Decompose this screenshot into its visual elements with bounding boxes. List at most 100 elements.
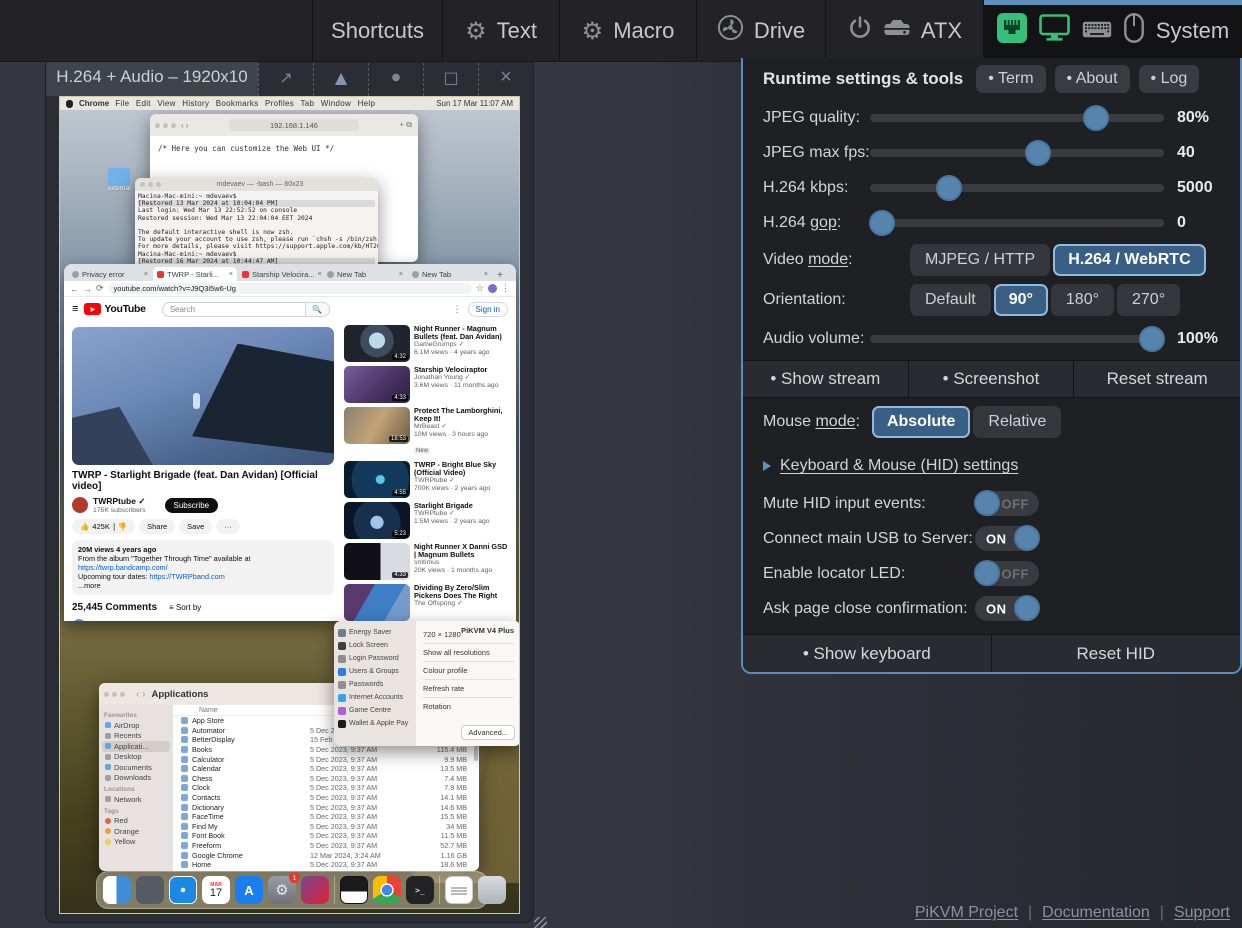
safari-tab-icons: + ⧉ (399, 120, 412, 130)
support-link[interactable]: Support (1174, 904, 1230, 922)
profile-avatar (488, 284, 497, 293)
slider-thumb[interactable] (869, 210, 895, 236)
finder-sidebar: Favourites AirDrop Recents Applicati... … (99, 705, 173, 871)
sidebar-recents: Recents (102, 731, 170, 742)
settings-passwords: Passwords (338, 678, 412, 691)
notification-badge: 1 (289, 872, 300, 883)
about-button[interactable]: • About (1055, 65, 1130, 93)
mode-help-link[interactable]: mode (815, 413, 855, 430)
nav-macro[interactable]: ⚙ Macro (560, 0, 697, 61)
mouse-absolute-button[interactable]: Absolute (872, 406, 970, 438)
h264-gop-slider[interactable] (870, 219, 1164, 227)
close-confirmation-toggle[interactable]: ON (975, 596, 1039, 621)
orientation-row: Orientation: Default 90° 180° 270° (743, 280, 1240, 320)
orientation-180-button[interactable]: 180° (1051, 284, 1114, 316)
pikvm-project-link[interactable]: PiKVM Project (915, 904, 1018, 922)
video-thumbnail: 18:53 (344, 407, 410, 444)
h264-webrtc-button[interactable]: H.264 / WebRTC (1053, 244, 1205, 276)
suggestion-item: 4:33 Starship VelociraptorJonathan Young… (344, 366, 511, 403)
dock-chrome-icon (373, 876, 401, 904)
footer-links: PiKVM Project | Documentation | Support (915, 904, 1230, 922)
nav-system[interactable]: System (984, 0, 1242, 61)
audio-volume-slider[interactable] (870, 335, 1164, 343)
nav-drive[interactable]: Drive (697, 0, 826, 61)
term-button[interactable]: • Term (976, 65, 1045, 93)
menubar-clock: Sun 17 Mar 11:07 AM (436, 99, 513, 108)
show-keyboard-button[interactable]: • Show keyboard (743, 635, 992, 672)
documentation-link[interactable]: Documentation (1042, 904, 1150, 922)
downloads-icon (105, 775, 111, 781)
settings-display-pane: PiKVM V4 Plus 720 × 1280 Show all resolu… (416, 621, 520, 746)
toggle-knob[interactable] (974, 490, 1000, 516)
youtube-suggestions: 4:32 Night Runner - Magnum Bullets (feat… (340, 321, 516, 621)
h264-kbps-slider[interactable] (870, 184, 1164, 192)
video-stream[interactable]: Chrome File Edit View History Bookmarks … (59, 96, 520, 914)
jpeg-fps-slider[interactable] (870, 149, 1164, 157)
hid-settings-link[interactable]: Keyboard & Mouse (HID) settings (780, 457, 1018, 475)
suggestion-item: 4:55 TWRP - Bright Blue Sky (Official Vi… (344, 461, 511, 498)
show-stream-button[interactable]: • Show stream (743, 361, 909, 397)
sidebar-network: Network (102, 794, 170, 805)
nav-atx[interactable]: ATX (826, 0, 984, 61)
password-icon (338, 655, 346, 663)
file-row: Calculator5 Dec 2023, 9:37 AM9.9 MB (173, 754, 479, 764)
key-icon (338, 681, 346, 689)
maximize-icon[interactable]: □ (423, 58, 478, 96)
expand-icon[interactable]: ↗ (258, 58, 313, 96)
toggle-knob[interactable] (974, 560, 1000, 586)
collapse-icon[interactable]: ▲ (313, 58, 368, 96)
toggle-knob[interactable] (1014, 595, 1040, 621)
tab-close-icon: × (484, 271, 488, 278)
mjpeg-http-button[interactable]: MJPEG / HTTP (910, 244, 1050, 276)
mode-help-link[interactable]: mode (808, 251, 848, 268)
slider-thumb[interactable] (1025, 140, 1051, 166)
log-button[interactable]: • Log (1139, 65, 1200, 93)
stream-title[interactable]: H.264 + Audio – 1920x10 (46, 58, 258, 96)
slider-thumb[interactable] (1139, 326, 1165, 352)
traffic-lights (155, 123, 176, 128)
app-icon (181, 804, 188, 811)
tag-yellow: Yellow (102, 837, 170, 848)
dock-finder-icon (103, 876, 131, 904)
mute-hid-toggle[interactable]: OFF (975, 491, 1039, 516)
dock-trash-icon (478, 876, 506, 904)
jpeg-quality-slider[interactable] (870, 114, 1164, 122)
app-icon (181, 861, 188, 868)
keyboard-icon (1082, 18, 1112, 44)
nav-shortcuts[interactable]: Shortcuts (313, 0, 443, 61)
reset-hid-button[interactable]: Reset HID (992, 635, 1241, 672)
dock-safari-icon (169, 876, 197, 904)
orientation-270-button[interactable]: 270° (1117, 284, 1180, 316)
locator-led-label: Enable locator LED: (763, 565, 975, 583)
app-icon (181, 794, 188, 801)
panel-title: Runtime settings & tools (763, 69, 963, 89)
slider-thumb[interactable] (1083, 105, 1109, 131)
slider-thumb[interactable] (936, 175, 962, 201)
locator-led-toggle[interactable]: OFF (975, 561, 1039, 586)
orientation-default-button[interactable]: Default (910, 284, 991, 316)
screenshot-button[interactable]: • Screenshot (909, 361, 1075, 397)
link-separator: | (1160, 904, 1164, 922)
h264-gop-row: H.264 gop: 0 (743, 205, 1240, 240)
suggestion-item: 4:32 Night Runner - Magnum Bullets (feat… (344, 325, 511, 362)
reset-stream-button[interactable]: Reset stream (1074, 361, 1240, 397)
reload-icon: ⟳ (96, 283, 104, 294)
fan-icon (717, 14, 744, 47)
stream-window: H.264 + Audio – 1920x10 ↗ ▲ ● □ × Chrome… (46, 58, 533, 922)
toggle-knob[interactable] (1014, 525, 1040, 551)
dot-icon[interactable]: ● (368, 58, 423, 96)
resize-handle[interactable] (534, 917, 547, 928)
lock-icon (338, 642, 346, 650)
file-row: Freeform5 Dec 2023, 9:37 AM52.7 MB (173, 841, 479, 851)
youtube-header: ≡ ▶YouTube Search🔍 ⋮ Sign in (64, 297, 516, 321)
mouse-relative-button[interactable]: Relative (973, 406, 1061, 438)
close-icon[interactable]: × (478, 58, 533, 96)
back-icon: ← (70, 284, 79, 294)
applications-icon (105, 743, 111, 749)
orientation-90-button[interactable]: 90° (994, 284, 1048, 316)
usb-connect-toggle[interactable]: ON (975, 526, 1039, 551)
nav-text[interactable]: ⚙ Text (443, 0, 560, 61)
gop-help-link[interactable]: gop (810, 214, 837, 231)
nav-system-label: System (1156, 18, 1229, 44)
stream-window-titlebar[interactable]: H.264 + Audio – 1920x10 ↗ ▲ ● □ × (46, 58, 533, 96)
